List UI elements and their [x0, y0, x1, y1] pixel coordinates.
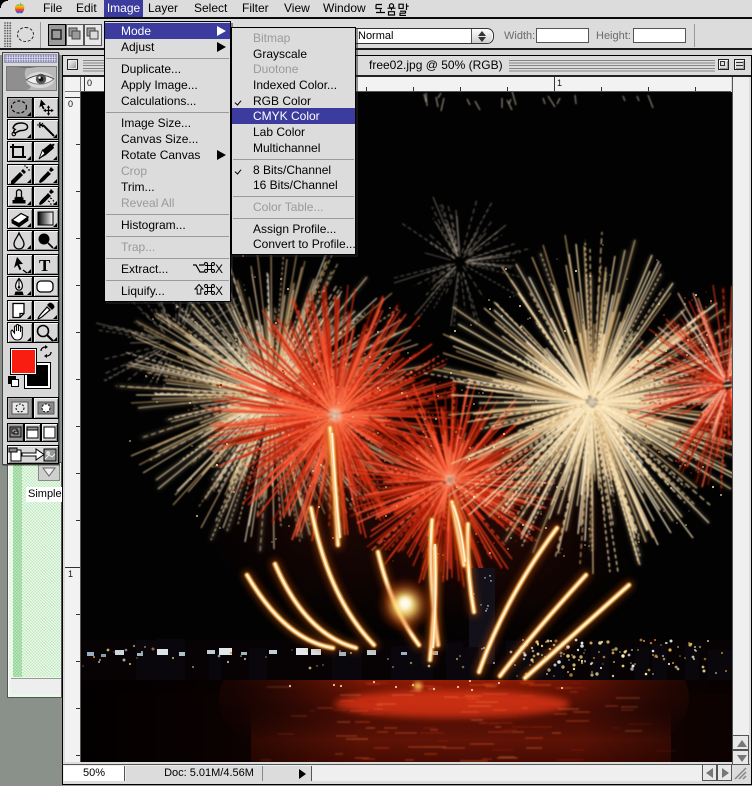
svg-text:T: T — [39, 256, 51, 274]
